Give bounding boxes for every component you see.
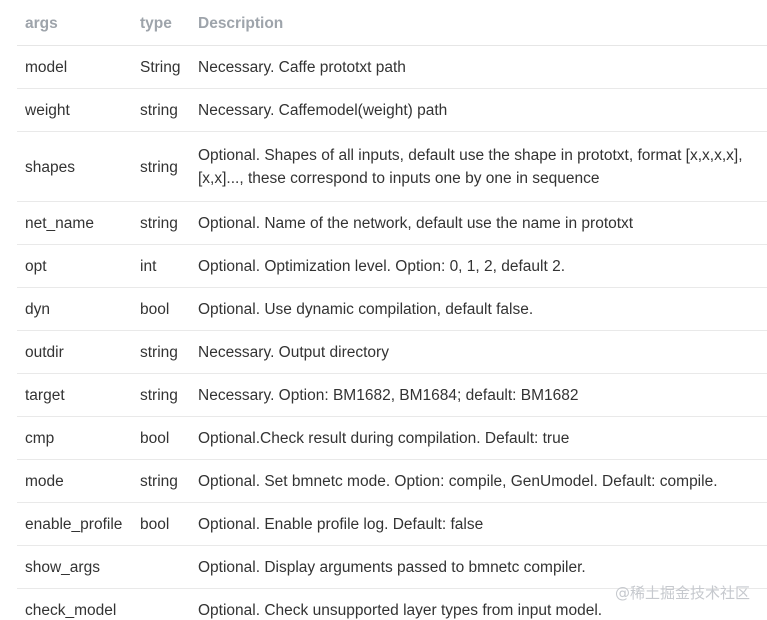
cell-type: int xyxy=(132,244,190,288)
cell-description: Necessary. Option: BM1682, BM1684; defau… xyxy=(190,373,767,417)
table-row: outdir string Necessary. Output director… xyxy=(17,330,767,374)
table-row: opt int Optional. Optimization level. Op… xyxy=(17,244,767,288)
cell-type: string xyxy=(132,330,190,374)
cell-type: bool xyxy=(132,416,190,460)
cell-arg: opt xyxy=(17,244,132,288)
cell-type: string xyxy=(132,131,190,202)
table-row: shapes string Optional. Shapes of all in… xyxy=(17,131,767,202)
table-header-row: args type Description xyxy=(17,3,767,46)
cell-arg: model xyxy=(17,45,132,89)
cell-arg: mode xyxy=(17,459,132,503)
table-row: cmp bool Optional.Check result during co… xyxy=(17,416,767,460)
table-row: net_name string Optional. Name of the ne… xyxy=(17,201,767,245)
cell-type xyxy=(132,545,190,589)
table-row: weight string Necessary. Caffemodel(weig… xyxy=(17,88,767,132)
cell-arg: dyn xyxy=(17,287,132,331)
cell-type: string xyxy=(132,459,190,503)
cell-arg: net_name xyxy=(17,201,132,245)
cell-arg: show_args xyxy=(17,545,132,589)
header-args: args xyxy=(17,3,132,46)
table-row: model String Necessary. Caffe prototxt p… xyxy=(17,45,767,89)
table-row: target string Necessary. Option: BM1682,… xyxy=(17,373,767,417)
cell-type: string xyxy=(132,201,190,245)
cell-description: Optional. Shapes of all inputs, default … xyxy=(190,131,767,202)
cell-type: string xyxy=(132,373,190,417)
cell-description: Necessary. Caffemodel(weight) path xyxy=(190,88,767,132)
header-description: Description xyxy=(190,3,767,46)
header-type: type xyxy=(132,3,190,46)
cell-description: Optional. Use dynamic compilation, defau… xyxy=(190,287,767,331)
table-row: mode string Optional. Set bmnetc mode. O… xyxy=(17,459,767,503)
cell-description: Optional. Enable profile log. Default: f… xyxy=(190,502,767,546)
cell-type: bool xyxy=(132,502,190,546)
cell-arg: outdir xyxy=(17,330,132,374)
cell-arg: check_model xyxy=(25,601,117,619)
cell-arg: weight xyxy=(17,88,132,132)
cell-arg: cmp xyxy=(17,416,132,460)
cell-type: String xyxy=(132,45,190,89)
cell-description: Necessary. Caffe prototxt path xyxy=(190,45,767,89)
cell-description: Optional.Check result during compilation… xyxy=(190,416,767,460)
cell-arg: shapes xyxy=(17,131,132,202)
cell-type: bool xyxy=(132,287,190,331)
cell-type: string xyxy=(132,88,190,132)
watermark: @稀土掘金技术社区 xyxy=(614,584,750,602)
table-row: enable_profile bool Optional. Enable pro… xyxy=(17,502,767,546)
table-row: dyn bool Optional. Use dynamic compilati… xyxy=(17,287,767,331)
cell-description: Optional. Set bmnetc mode. Option: compi… xyxy=(190,459,767,503)
cell-type xyxy=(132,589,190,620)
cell-description: Necessary. Output directory xyxy=(190,330,767,374)
cell-description: Optional. Optimization level. Option: 0,… xyxy=(190,244,767,288)
cell-description: Optional. Name of the network, default u… xyxy=(190,201,767,245)
args-table: args type Description model String Neces… xyxy=(17,3,767,620)
cell-arg: enable_profile xyxy=(17,502,132,546)
cell-arg: target xyxy=(17,373,132,417)
